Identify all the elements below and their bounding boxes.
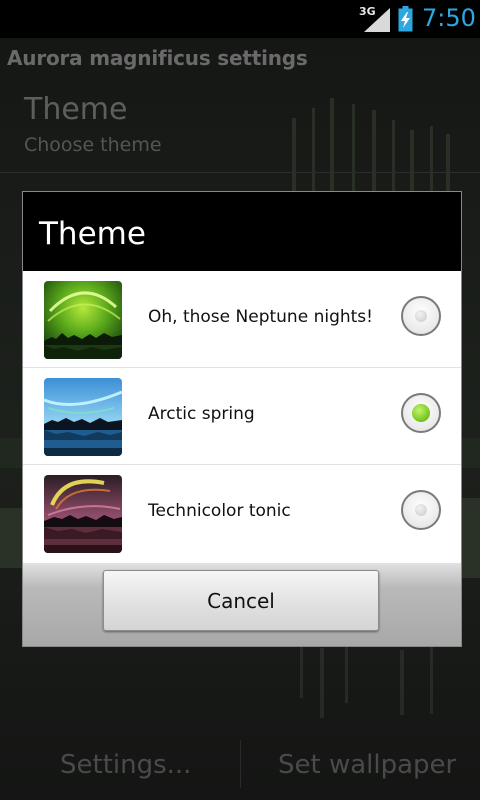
green-aurora-thumbnail — [44, 281, 122, 359]
radio-indicator — [412, 404, 430, 422]
radio-button[interactable] — [401, 490, 441, 530]
signal-icon — [364, 8, 390, 32]
button-separator — [240, 740, 241, 788]
multicolor-aurora-thumbnail — [44, 475, 122, 553]
theme-option-label: Technicolor tonic — [148, 501, 291, 521]
cancel-button[interactable]: Cancel — [103, 570, 379, 631]
radio-button[interactable] — [401, 296, 441, 336]
radio-button-selected[interactable] — [401, 393, 441, 433]
theme-option-list: Oh, those Neptune nights! Arctic spring … — [23, 271, 461, 563]
blue-aurora-thumbnail — [44, 378, 122, 456]
theme-option-technicolor-tonic[interactable]: Technicolor tonic — [23, 465, 461, 562]
status-bar: 3G 7:50 — [0, 0, 480, 38]
dialog-button-bar: Cancel — [23, 563, 461, 646]
theme-dialog: Theme Oh, those Neptune nights! Arctic s… — [22, 191, 462, 647]
bottom-button-bar: Settings... Set wallpaper — [0, 728, 480, 800]
preference-summary: Choose theme — [24, 134, 162, 156]
settings-button[interactable]: Settings... — [60, 750, 191, 780]
clock: 7:50 — [422, 4, 476, 32]
theme-option-label: Oh, those Neptune nights! — [148, 307, 373, 327]
divider — [0, 172, 480, 173]
dialog-title: Theme — [39, 216, 146, 252]
radio-indicator — [415, 504, 427, 516]
theme-option-neptune-nights[interactable]: Oh, those Neptune nights! — [23, 271, 461, 368]
set-wallpaper-button[interactable]: Set wallpaper — [278, 750, 456, 780]
battery-charging-icon — [398, 6, 413, 32]
theme-option-label: Arctic spring — [148, 404, 255, 424]
preference-title[interactable]: Theme — [24, 92, 127, 127]
theme-option-arctic-spring[interactable]: Arctic spring — [23, 368, 461, 465]
radio-indicator — [415, 310, 427, 322]
app-title: Aurora magnificus settings — [7, 46, 308, 70]
